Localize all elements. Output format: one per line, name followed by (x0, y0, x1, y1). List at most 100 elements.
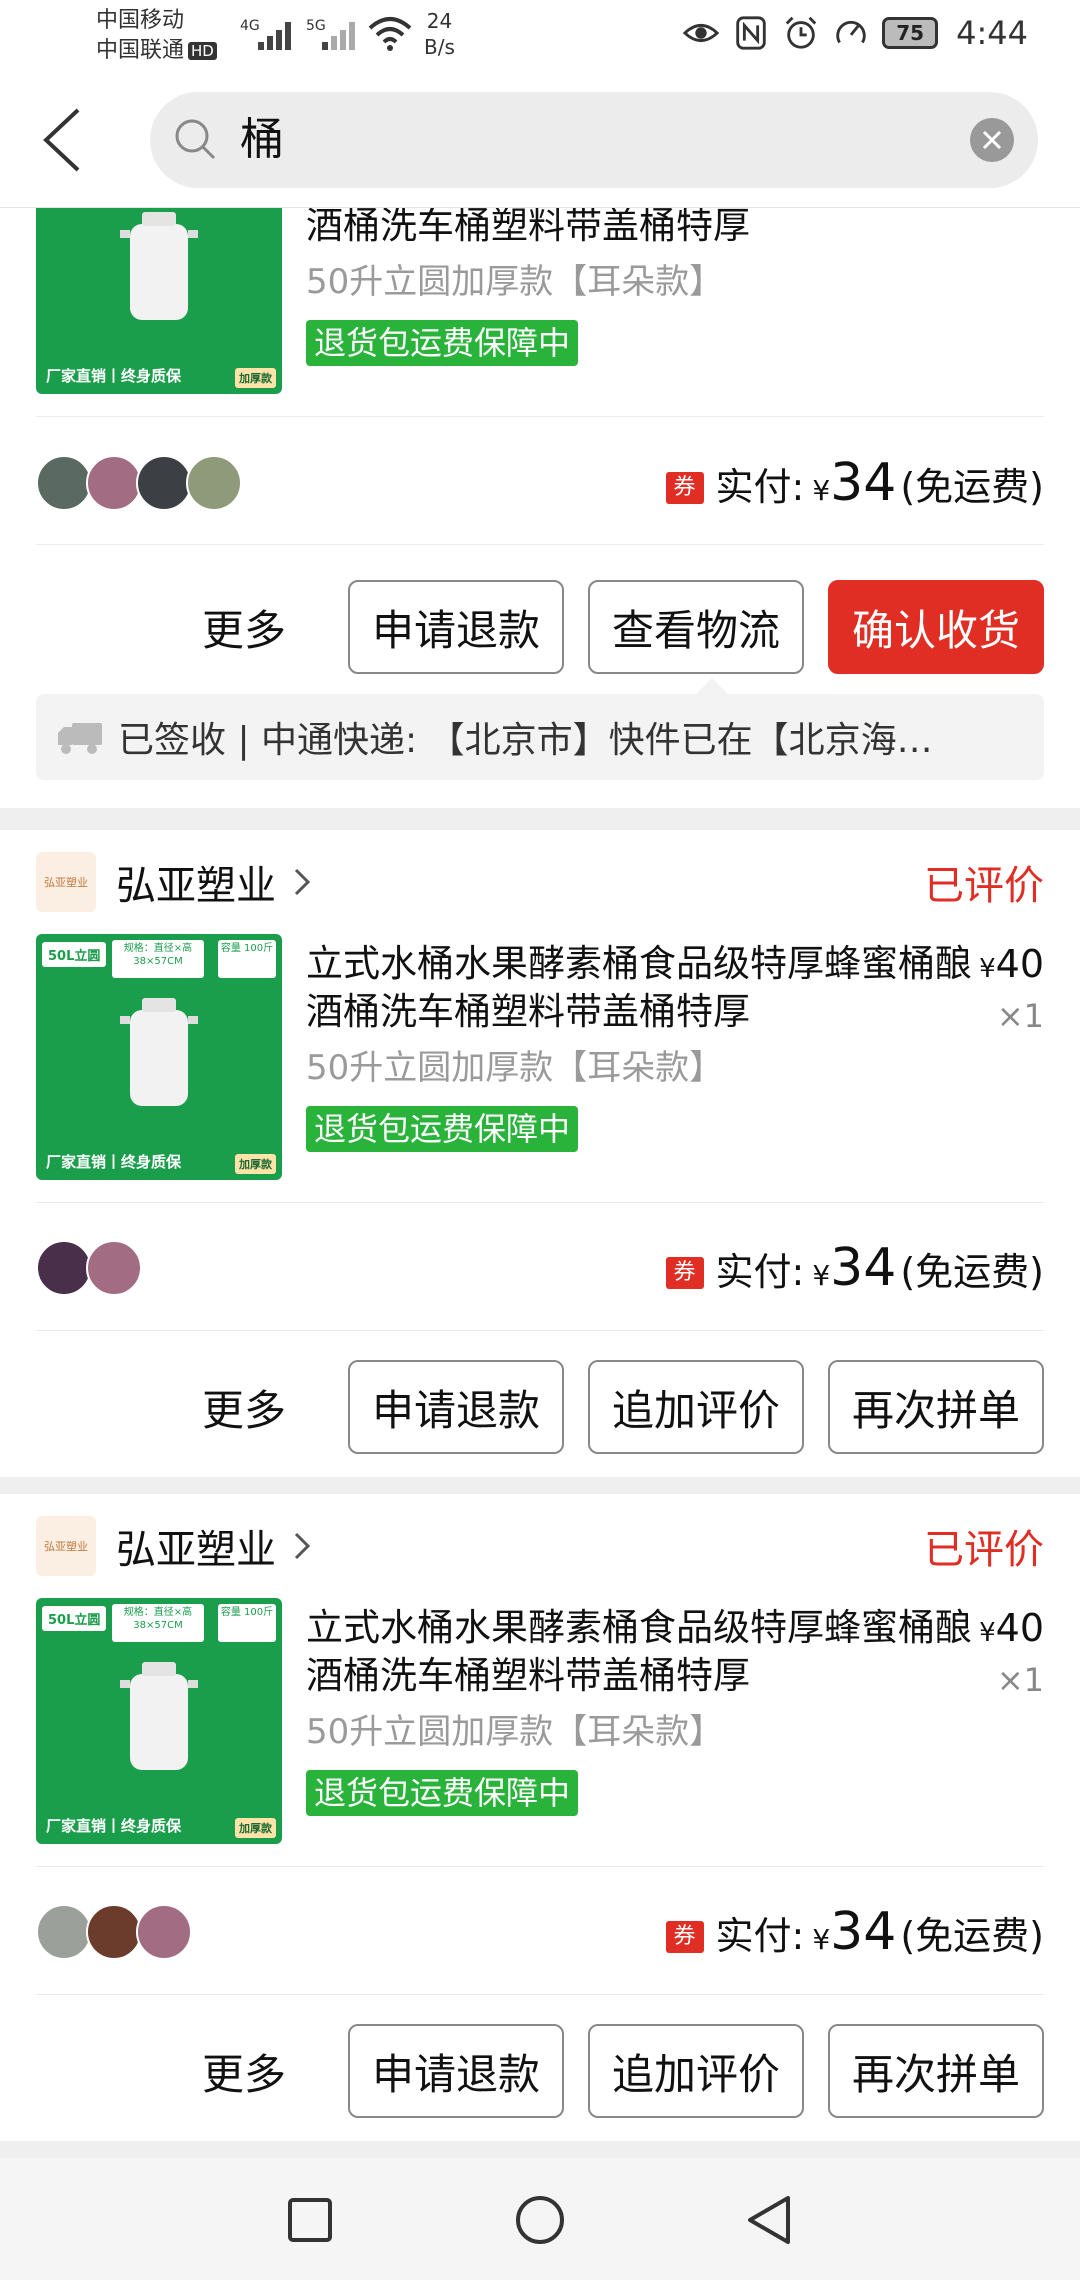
more-button[interactable]: 更多 (202, 1377, 286, 1438)
thumb-tag-left: 50L立圆 (42, 942, 107, 967)
pay-amount: 券 实付: ¥ 34 (免运费) (665, 1902, 1044, 1962)
truck-icon (58, 723, 102, 754)
divider (36, 1994, 1044, 1995)
search-input[interactable]: 桶 (150, 92, 1038, 188)
shop-name[interactable]: 弘亚塑业 (116, 853, 276, 911)
product-row[interactable]: 50L立圆 规格：直径×高 38×57CM 容量 100斤 厂家直销丨终身质保 … (36, 934, 1044, 1182)
return-shipping-badge: 退货包运费保障中 (306, 320, 579, 366)
product-row[interactable]: 50L立圆 规格：直径×高 38×57CM 容量 100斤 厂家直销丨终身质保 … (36, 1598, 1044, 1846)
logistics-info[interactable]: 已签收 | 中通快递: 【北京市】快件已在【北京海… (36, 678, 1044, 780)
shop-row[interactable]: 弘亚塑业 弘亚塑业 已评价 (36, 830, 1044, 934)
signal-icon-2 (322, 18, 360, 50)
view-logistics-button[interactable]: 查看物流 (588, 580, 804, 674)
coupon-icon: 券 (665, 1921, 704, 1953)
divider (36, 1330, 1044, 1331)
pay-amount: 券 实付: ¥ 34 (免运费) (665, 453, 1044, 513)
divider (36, 544, 1044, 545)
search-icon (175, 119, 216, 160)
more-button[interactable]: 更多 (202, 2041, 286, 2102)
nfc-icon (736, 16, 766, 50)
search-query: 桶 (240, 114, 284, 165)
bucket-image (120, 1662, 198, 1770)
product-thumbnail[interactable]: 50L立圆 规格：直径×高 38×57CM 容量 100斤 厂家直销丨终身质保 … (36, 208, 282, 394)
alarm-icon (785, 16, 817, 49)
confirm-receipt-button[interactable]: 确认收货 (828, 580, 1044, 674)
status-bar: 中国移动 中国联通 HD 4G 5G 24 B/s 75 4:44 (0, 0, 1080, 80)
shop-logo: 弘亚塑业 (36, 852, 96, 912)
request-refund-button[interactable]: 申请退款 (348, 1360, 564, 1454)
order-card[interactable]: 弘亚塑业 弘亚塑业 已评价 50L立圆 规格：直径×高 38×57CM 容量 1… (0, 830, 1080, 1477)
coupon-icon: 券 (665, 472, 704, 504)
clear-icon[interactable] (970, 118, 1014, 162)
carrier-1: 中国移动 (96, 8, 185, 33)
product-title[interactable]: 立式水桶水果酵素桶食品级特厚蜂蜜桶酿酒桶洗车桶塑料带盖桶特厚 (306, 208, 986, 250)
shop-row[interactable]: 弘亚塑业 弘亚塑业 已评价 (36, 1494, 1044, 1598)
group-avatars (36, 1904, 192, 1960)
order-status: 已评价 (924, 1527, 1044, 1573)
request-refund-button[interactable]: 申请退款 (348, 580, 564, 674)
product-spec: 50升立圆加厚款【耳朵款】 (306, 1048, 724, 1088)
avatar (86, 1904, 142, 1960)
product-title[interactable]: 立式水桶水果酵素桶食品级特厚蜂蜜桶酿酒桶洗车桶塑料带盖桶特厚 (306, 940, 986, 1036)
pay-row: 券 实付: ¥ 34 (免运费) (36, 1208, 1044, 1328)
order-list: 50L立圆 规格：直径×高 38×57CM 容量 100斤 厂家直销丨终身质保 … (0, 208, 1080, 2158)
thumb-tag-mid: 规格：直径×高 38×57CM (112, 1604, 204, 1642)
product-thumbnail[interactable]: 50L立圆 规格：直径×高 38×57CM 容量 100斤 厂家直销丨终身质保 … (36, 1598, 282, 1844)
logistics-text: 已签收 | 中通快递: 【北京市】快件已在【北京海… (118, 720, 933, 761)
order-card[interactable]: 50L立圆 规格：直径×高 38×57CM 容量 100斤 厂家直销丨终身质保 … (0, 208, 1080, 808)
order-actions: 更多 申请退款 查看物流 确认收货 (202, 580, 1044, 674)
recents-icon[interactable] (284, 2194, 336, 2246)
back-nav-icon[interactable] (744, 2194, 796, 2246)
divider (36, 1202, 1044, 1203)
avatar (186, 455, 242, 511)
product-row[interactable]: 50L立圆 规格：直径×高 38×57CM 容量 100斤 厂家直销丨终身质保 … (36, 208, 1044, 396)
divider (36, 416, 1044, 417)
add-review-button[interactable]: 追加评价 (588, 1360, 804, 1454)
nav-bar: 桶 (0, 80, 1080, 208)
order-status: 已评价 (924, 863, 1044, 909)
thumb-tag-right: 容量 100斤 (218, 940, 276, 978)
wifi-icon (368, 17, 412, 51)
thumb-tag-left: 50L立圆 (42, 1606, 107, 1631)
signal-icon-1 (258, 18, 296, 50)
thumb-footer-badge: 加厚款 (235, 1154, 276, 1174)
product-title[interactable]: 立式水桶水果酵素桶食品级特厚蜂蜜桶酿酒桶洗车桶塑料带盖桶特厚 (306, 1604, 986, 1700)
request-refund-button[interactable]: 申请退款 (348, 2024, 564, 2118)
shop-name[interactable]: 弘亚塑业 (116, 1517, 276, 1575)
divider (36, 1866, 1044, 1867)
add-review-button[interactable]: 追加评价 (588, 2024, 804, 2118)
clock: 4:44 (956, 14, 1028, 52)
reorder-button[interactable]: 再次拼单 (828, 1360, 1044, 1454)
pay-row: 券 实付: ¥ 34 (免运费) (36, 423, 1044, 543)
product-qty: ×1 (996, 1661, 1044, 1699)
home-icon[interactable] (514, 2194, 566, 2246)
thumb-footer: 厂家直销丨终身质保 (46, 367, 182, 385)
pay-row: 券 实付: ¥ 34 (免运费) (36, 1872, 1044, 1992)
avatar (136, 1904, 192, 1960)
eye-icon (682, 23, 720, 43)
avatar (86, 1240, 142, 1296)
order-card[interactable]: 弘亚塑业 弘亚塑业 已评价 50L立圆 规格：直径×高 38×57CM 容量 1… (0, 1494, 1080, 2141)
back-icon[interactable] (30, 100, 110, 180)
reorder-button[interactable]: 再次拼单 (828, 2024, 1044, 2118)
product-thumbnail[interactable]: 50L立圆 规格：直径×高 38×57CM 容量 100斤 厂家直销丨终身质保 … (36, 934, 282, 1180)
net-speed: 24 B/s (424, 9, 455, 59)
return-shipping-badge: 退货包运费保障中 (306, 1770, 579, 1816)
product-price: ¥40 (979, 942, 1044, 986)
coupon-icon: 券 (665, 1257, 704, 1289)
product-spec: 50升立圆加厚款【耳朵款】 (306, 262, 724, 302)
product-spec: 50升立圆加厚款【耳朵款】 (306, 1712, 724, 1752)
network-type-1: 4G (240, 18, 260, 34)
thumb-footer-badge: 加厚款 (235, 1818, 276, 1838)
product-price: ¥40 (979, 1606, 1044, 1650)
product-qty: ×1 (996, 997, 1044, 1035)
order-actions: 更多 申请退款 追加评价 再次拼单 (202, 1360, 1044, 1454)
avatar (36, 1240, 92, 1296)
hd-badge: HD (188, 42, 217, 60)
carrier-info: 中国移动 中国联通 HD (96, 6, 217, 66)
more-button[interactable]: 更多 (202, 597, 286, 658)
battery-icon: 75 (882, 17, 939, 49)
return-shipping-badge: 退货包运费保障中 (306, 1106, 579, 1152)
bucket-image (120, 998, 198, 1106)
avatar (136, 455, 192, 511)
